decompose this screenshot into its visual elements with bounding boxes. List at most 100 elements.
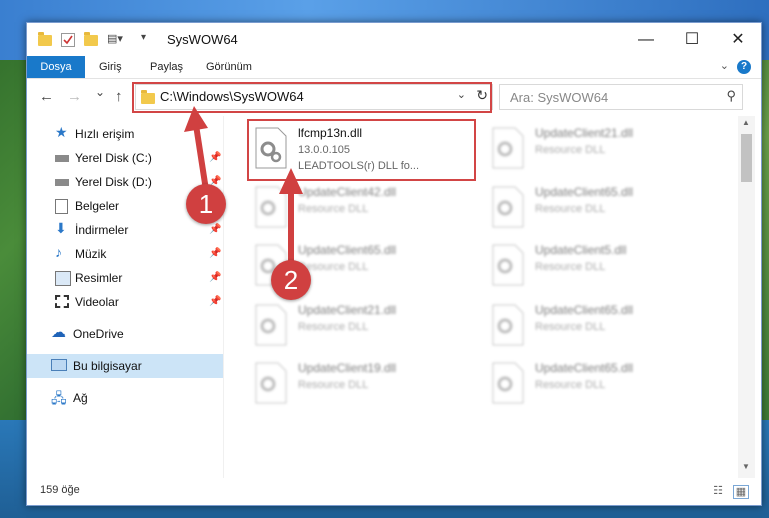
dll-file-icon [492, 127, 524, 169]
tab-paylas[interactable]: Paylaş [150, 56, 183, 78]
sidebar-item-pictures[interactable]: Resimler 📌 [27, 266, 223, 290]
drive-icon [55, 179, 69, 186]
computer-icon [51, 359, 67, 371]
file-name: UpdateClient42.dll [298, 185, 397, 199]
sidebar-item-label: OneDrive [73, 327, 124, 341]
navigation-pane: ★ Hızlı erişim Yerel Disk (C:) 📌 Yerel D… [27, 116, 223, 478]
cloud-icon: ☁ [51, 324, 66, 341]
sidebar-item-label: Hızlı erişim [75, 127, 135, 141]
tiles-view-icon[interactable]: ▦ [733, 485, 749, 499]
back-button[interactable]: ← [39, 88, 54, 105]
folder-icon [38, 32, 52, 46]
help-button[interactable]: ? [737, 60, 751, 74]
music-icon: ♪ [55, 244, 62, 260]
file-description: Resource DLL [535, 321, 606, 333]
sidebar-item-label: Yerel Disk (C:) [75, 151, 152, 165]
file-item[interactable]: UpdateClient21.dll Resource DLL [487, 121, 717, 175]
pin-icon: 📌 [209, 248, 222, 259]
status-bar: 159 öğe ☷ ▦ [27, 478, 761, 505]
document-icon [55, 199, 68, 214]
sidebar-item-network[interactable]: 🖧 Ağ [27, 386, 223, 410]
pictures-icon [55, 271, 71, 286]
file-name: UpdateClient65.dll [535, 361, 634, 375]
vertical-scrollbar[interactable]: ▲ ▼ [738, 116, 755, 478]
file-item[interactable]: UpdateClient5.dll Resource DLL [487, 238, 717, 292]
sidebar-item-label: Bu bilgisayar [73, 359, 142, 373]
dll-file-icon [492, 244, 524, 286]
maximize-button[interactable]: ☐ [669, 23, 715, 56]
sidebar-item-videos[interactable]: Videolar 📌 [27, 290, 223, 314]
sidebar-item-label: İndirmeler [75, 223, 129, 237]
sidebar-item-label: Belgeler [75, 199, 120, 213]
file-description: Resource DLL [535, 203, 606, 215]
sidebar-item-onedrive[interactable]: ☁ OneDrive [27, 322, 223, 346]
tab-gorunum[interactable]: Görünüm [206, 56, 252, 78]
file-item[interactable]: UpdateClient65.dll Resource DLL [487, 180, 717, 234]
properties-icon[interactable] [61, 33, 75, 47]
dll-file-icon [255, 362, 287, 404]
pin-icon: 📌 [209, 224, 222, 235]
file-item[interactable]: UpdateClient65.dll Resource DLL [487, 356, 717, 410]
sidebar-item-disk-c[interactable]: Yerel Disk (C:) 📌 [27, 146, 223, 170]
dll-file-icon [255, 186, 287, 228]
up-button[interactable]: ↑ [115, 88, 123, 105]
file-name: UpdateClient21.dll [535, 126, 634, 140]
file-name: UpdateClient5.dll [535, 243, 627, 257]
sidebar-item-label: Resimler [75, 271, 123, 285]
address-highlight [132, 82, 492, 113]
pin-icon: 📌 [209, 272, 222, 283]
tab-dosya[interactable]: Dosya [27, 56, 85, 78]
file-name: UpdateClient65.dll [535, 303, 634, 317]
minimize-button[interactable]: — [623, 23, 669, 56]
file-description: Resource DLL [535, 261, 606, 273]
scroll-thumb[interactable] [741, 134, 752, 182]
file-description: Resource DLL [298, 379, 369, 391]
explorer-window: ▤▾ ▾ SysWOW64 — ☐ ✕ Dosya Giriş Paylaş G… [26, 22, 762, 506]
details-view-icon[interactable]: ☷ [711, 485, 725, 497]
video-icon [55, 295, 69, 308]
file-highlight [247, 119, 476, 181]
sidebar-item-downloads[interactable]: ⬇ İndirmeler 📌 [27, 218, 223, 242]
chevron-down-icon[interactable]: ⌄ [720, 59, 729, 72]
drive-icon [55, 155, 69, 162]
sidebar-item-label: Yerel Disk (D:) [75, 175, 152, 189]
file-item[interactable]: UpdateClient19.dll Resource DLL [250, 356, 480, 410]
forward-button[interactable]: → [67, 88, 82, 105]
scroll-down-icon[interactable]: ▼ [742, 462, 750, 471]
dll-file-icon [255, 304, 287, 346]
dll-file-icon [492, 186, 524, 228]
file-name: UpdateClient65.dll [298, 243, 397, 257]
dll-file-icon [492, 304, 524, 346]
scroll-up-icon[interactable]: ▲ [742, 118, 750, 127]
tab-giris[interactable]: Giriş [99, 56, 122, 78]
file-item[interactable]: UpdateClient65.dll Resource DLL [487, 298, 717, 352]
customize-qat-icon[interactable]: ▤▾ [107, 32, 123, 48]
network-icon: 🖧 [51, 390, 67, 406]
qat-dropdown-icon[interactable]: ▾ [141, 32, 146, 48]
file-description: Resource DLL [298, 203, 369, 215]
file-name: UpdateClient19.dll [298, 361, 397, 375]
pin-icon: 📌 [209, 296, 222, 307]
download-icon: ⬇ [55, 220, 67, 236]
sidebar-item-label: Videolar [75, 295, 119, 309]
pin-icon: 📌 [209, 152, 222, 163]
sidebar-item-music[interactable]: ♪ Müzik 📌 [27, 242, 223, 266]
recent-locations-button[interactable]: ⌄ [95, 85, 105, 99]
close-button[interactable]: ✕ [715, 23, 761, 56]
search-input[interactable]: Ara: SysWOW64 ⚲ [499, 84, 743, 110]
window-title: SysWOW64 [167, 32, 238, 47]
title-bar: ▤▾ ▾ SysWOW64 — ☐ ✕ [27, 23, 761, 56]
sidebar-item-this-pc[interactable]: Bu bilgisayar [27, 354, 223, 378]
file-name: UpdateClient21.dll [298, 303, 397, 317]
file-name: UpdateClient65.dll [535, 185, 634, 199]
sidebar-item-label: Müzik [75, 247, 107, 261]
search-icon[interactable]: ⚲ [726, 88, 736, 104]
ribbon: Dosya Giriş Paylaş Görünüm ⌄ ? [27, 56, 761, 79]
item-count: 159 öğe [40, 484, 80, 496]
sidebar-item-label: Ağ [73, 391, 88, 405]
sidebar-item-quick-access[interactable]: ★ Hızlı erişim [27, 122, 223, 146]
file-item[interactable]: UpdateClient42.dll Resource DLL [250, 180, 480, 234]
file-item[interactable]: UpdateClient21.dll Resource DLL [250, 298, 480, 352]
file-description: Resource DLL [535, 379, 606, 391]
new-folder-icon[interactable] [84, 32, 98, 46]
